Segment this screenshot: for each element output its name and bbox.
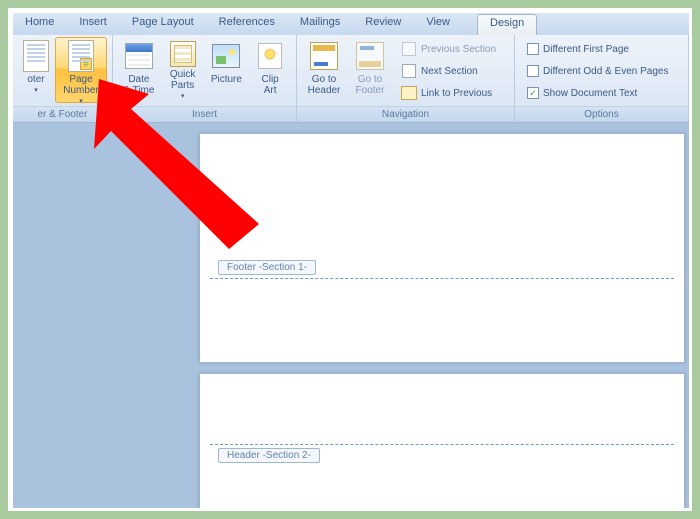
group-navigation: Go to Header Go to Footer Previous Secti…	[297, 35, 515, 122]
checkbox-checked-icon: ✓	[527, 87, 539, 99]
date-time-button[interactable]: Date & Time	[117, 37, 161, 103]
tab-page-layout[interactable]: Page Layout	[120, 13, 207, 35]
goto-footer-icon	[356, 42, 384, 70]
tab-home[interactable]: Home	[13, 13, 67, 35]
header-boundary-line	[210, 444, 674, 445]
ribbon: oter ▾ # Page Number ▾ er & Footer Date …	[13, 35, 689, 123]
group-label-navigation: Navigation	[297, 106, 514, 122]
clip-art-icon	[258, 43, 282, 69]
goto-footer-button[interactable]: Go to Footer	[347, 37, 393, 103]
next-section-button[interactable]: Next Section	[397, 61, 500, 81]
group-label-insert: Insert	[113, 106, 296, 122]
chevron-down-icon: ▾	[181, 91, 185, 102]
tab-design[interactable]: Design	[477, 14, 537, 35]
picture-button[interactable]: Picture	[205, 37, 249, 103]
quick-parts-button[interactable]: Quick Parts ▾	[161, 37, 205, 103]
footer-boundary-line	[210, 278, 674, 279]
clip-art-button[interactable]: Clip Art	[248, 37, 292, 103]
goto-header-button[interactable]: Go to Header	[301, 37, 347, 103]
tab-view[interactable]: View	[414, 13, 463, 35]
tab-insert[interactable]: Insert	[67, 13, 120, 35]
word-window: Home Insert Page Layout References Maili…	[13, 13, 689, 508]
different-first-page-checkbox[interactable]: Different First Page	[523, 39, 672, 59]
footer-icon	[23, 40, 49, 72]
checkbox-icon	[527, 43, 539, 55]
group-label-options: Options	[515, 106, 688, 122]
previous-section-icon	[401, 41, 417, 57]
calendar-icon	[125, 43, 153, 69]
page-number-button[interactable]: # Page Number ▾	[55, 37, 107, 103]
goto-header-icon	[310, 42, 338, 70]
quick-parts-icon	[170, 41, 196, 67]
different-odd-even-checkbox[interactable]: Different Odd & Even Pages	[523, 61, 672, 81]
chevron-down-icon: ▾	[34, 85, 38, 96]
tab-review[interactable]: Review	[353, 13, 414, 35]
previous-section-button[interactable]: Previous Section	[397, 39, 500, 59]
link-to-previous-icon	[401, 85, 417, 101]
page-1[interactable]: Footer -Section 1-	[199, 133, 685, 363]
next-section-icon	[401, 63, 417, 79]
checkbox-icon	[527, 65, 539, 77]
tab-references[interactable]: References	[207, 13, 288, 35]
footer-button[interactable]: oter ▾	[17, 37, 55, 103]
page-2[interactable]: Header -Section 2-	[199, 373, 685, 508]
picture-icon	[212, 44, 240, 68]
page-number-icon: #	[68, 40, 94, 72]
link-to-previous-button[interactable]: Link to Previous	[397, 83, 500, 103]
group-label-header-footer: er & Footer	[13, 106, 112, 122]
tab-mailings[interactable]: Mailings	[288, 13, 353, 35]
ribbon-tabs: Home Insert Page Layout References Maili…	[13, 13, 689, 35]
show-document-text-checkbox[interactable]: ✓ Show Document Text	[523, 83, 672, 103]
group-options: Different First Page Different Odd & Eve…	[515, 35, 689, 122]
group-header-footer: oter ▾ # Page Number ▾ er & Footer	[13, 35, 113, 122]
document-area[interactable]: Footer -Section 1- Header -Section 2-	[13, 123, 689, 508]
group-insert: Date & Time Quick Parts ▾ Picture Clip A…	[113, 35, 297, 122]
header-section-tab: Header -Section 2-	[218, 448, 320, 463]
footer-section-tab: Footer -Section 1-	[218, 260, 316, 275]
